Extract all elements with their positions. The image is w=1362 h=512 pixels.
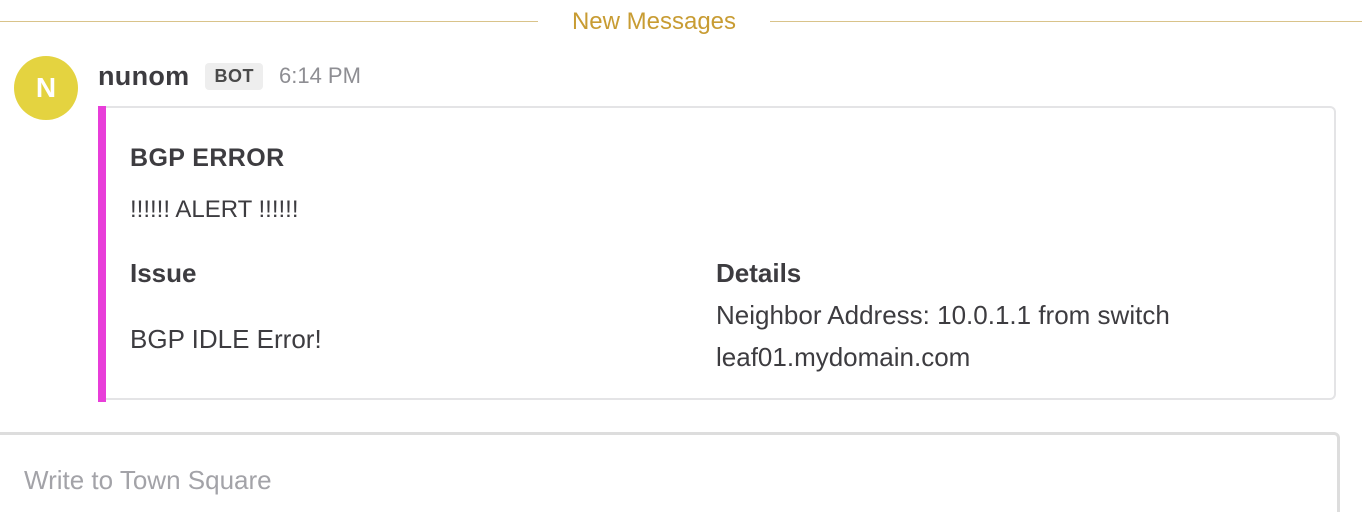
avatar-initial: N bbox=[35, 72, 57, 103]
field-value: Neighbor Address: 10.0.1.1 from switch l… bbox=[716, 300, 1170, 372]
field-title: Issue bbox=[130, 258, 197, 288]
new-messages-separator: New Messages bbox=[0, 0, 1362, 44]
field-title: Details bbox=[716, 258, 802, 288]
username[interactable]: nunom bbox=[98, 61, 189, 92]
avatar[interactable]: N bbox=[14, 56, 78, 120]
bot-badge: BOT bbox=[205, 62, 263, 90]
attachment-color-bar bbox=[98, 106, 106, 402]
new-messages-label: New Messages bbox=[571, 8, 737, 35]
post: N nunom BOT 6:14 PM BGP ERROR !!!!!! ALE… bbox=[0, 44, 1362, 424]
attachment-field-issue: Issue BGP IDLE Error! bbox=[130, 256, 690, 360]
channel-view: New Messages N nunom BOT 6:14 PM BGP ERR… bbox=[0, 0, 1362, 512]
message-composer bbox=[0, 432, 1340, 512]
separator-line-left bbox=[0, 21, 538, 22]
post-timestamp[interactable]: 6:14 PM bbox=[279, 63, 361, 89]
message-input[interactable] bbox=[24, 465, 1304, 505]
message-attachment: BGP ERROR !!!!!! ALERT !!!!!! Issue BGP … bbox=[98, 106, 1336, 402]
attachment-text: !!!!!! ALERT !!!!!! bbox=[130, 196, 299, 223]
separator-line-right bbox=[770, 21, 1362, 22]
field-value: BGP IDLE Error! bbox=[130, 324, 322, 354]
post-header: nunom BOT 6:14 PM bbox=[98, 58, 361, 94]
attachment-title: BGP ERROR bbox=[130, 144, 285, 172]
attachment-field-details: Details Neighbor Address: 10.0.1.1 from … bbox=[716, 256, 1316, 378]
